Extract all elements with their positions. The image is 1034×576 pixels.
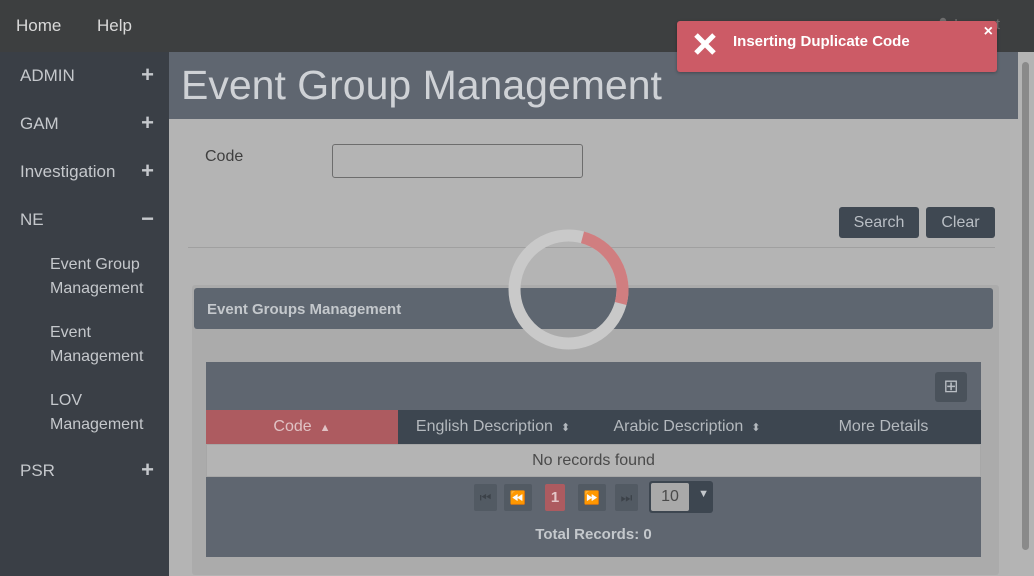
sidebar-item-gam[interactable]: GAM + [20, 110, 154, 135]
search-button[interactable]: Search [839, 207, 919, 238]
sidebar-item-ne[interactable]: NE − [20, 206, 154, 231]
page-scrollbar[interactable] [1018, 52, 1034, 576]
code-input[interactable] [332, 144, 583, 178]
sort-icon: ⬍ [560, 422, 571, 434]
help-link[interactable]: Help [97, 16, 132, 36]
error-x-icon [694, 33, 716, 55]
expand-icon[interactable]: + [141, 457, 154, 483]
column-header-label: English Description [415, 418, 553, 435]
first-page-icon[interactable]: ⏮ [474, 484, 497, 511]
sidebar-item-psr[interactable]: PSR + [20, 457, 154, 482]
toast-message: Inserting Duplicate Code [733, 33, 910, 50]
grid-toolbar: ⊞ [206, 362, 981, 410]
column-header-label: Arabic Description [613, 418, 744, 435]
sidebar-item-investigation[interactable]: Investigation + [20, 158, 154, 183]
column-header-label: Code [273, 418, 312, 435]
sidebar-item-admin[interactable]: ADMIN + [20, 62, 154, 87]
empty-message: No records found [532, 452, 655, 469]
subitem-label-line2: Management [50, 416, 144, 433]
home-link[interactable]: Home [16, 16, 61, 36]
paginator: ⏮ ⏪ 1 ⏩ ⏭ 10 ▼ Total Records: 0 [206, 477, 981, 557]
table-empty-row: No records found [206, 444, 981, 477]
subitem-label-line1: Event [50, 324, 91, 341]
sidebar-item-label: PSR [20, 461, 55, 480]
column-header-more-details: More Details [786, 410, 981, 444]
sidebar: ADMIN + GAM + Investigation + NE − Event… [0, 52, 169, 576]
total-records: Total Records: 0 [535, 526, 652, 543]
sidebar-item-label: GAM [20, 114, 59, 133]
column-header-label: More Details [838, 418, 929, 435]
subitem-label-line1: Event Group [50, 256, 140, 273]
scrollbar-thumb[interactable] [1022, 62, 1029, 550]
error-toast: Inserting Duplicate Code × [677, 21, 997, 72]
expand-icon[interactable]: + [141, 110, 154, 136]
clear-button[interactable]: Clear [926, 207, 995, 238]
sidebar-subitem-lov-management[interactable]: LOV Management [50, 389, 160, 437]
caret-down-icon: ▼ [698, 488, 709, 500]
rows-per-page-value: 10 [651, 483, 689, 511]
column-header-english-description[interactable]: English Description ⬍ [398, 410, 588, 444]
expand-icon[interactable]: + [141, 158, 154, 184]
sidebar-item-label: Investigation [20, 162, 116, 181]
next-page-icon[interactable]: ⏩ [578, 484, 606, 511]
sidebar-item-label: ADMIN [20, 66, 75, 85]
page-title: Event Group Management [181, 62, 662, 108]
column-header-arabic-description[interactable]: Arabic Description ⬍ [588, 410, 786, 444]
last-page-icon[interactable]: ⏭ [615, 484, 638, 511]
table-header: Code ▲ English Description ⬍ Arabic Descri… [206, 410, 981, 444]
sidebar-item-label: NE [20, 210, 44, 229]
subitem-label-line2: Management [50, 280, 144, 297]
sidebar-subitem-event-group-management[interactable]: Event Group Management [50, 253, 160, 301]
sort-asc-icon: ▲ [319, 422, 331, 434]
column-toggler-icon[interactable]: ⊞ [935, 372, 967, 402]
panel-title: Event Groups Management [207, 301, 402, 318]
code-label: Code [205, 148, 244, 165]
close-icon[interactable]: × [984, 23, 993, 41]
subitem-label-line2: Management [50, 348, 144, 365]
prev-page-icon[interactable]: ⏪ [504, 484, 532, 511]
rows-per-page-dropdown[interactable]: 10 ▼ [649, 481, 713, 513]
sidebar-subitem-event-management[interactable]: Event Management [50, 321, 160, 369]
expand-icon[interactable]: + [141, 62, 154, 88]
loading-spinner-icon [508, 229, 629, 350]
sort-icon: ⬍ [751, 422, 761, 434]
page-number-button[interactable]: 1 [545, 484, 565, 511]
collapse-icon[interactable]: − [141, 206, 154, 232]
column-header-code[interactable]: Code ▲ [206, 410, 398, 444]
subitem-label-line1: LOV [50, 392, 83, 409]
